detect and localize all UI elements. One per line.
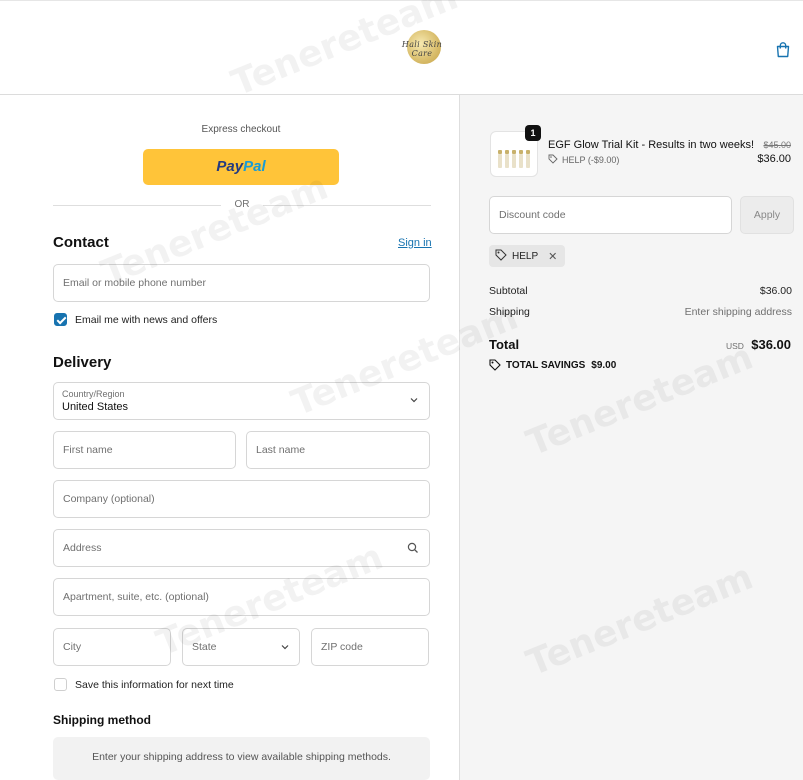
product-price: $36.00 [757, 153, 791, 165]
last-name-placeholder: Last name [256, 444, 306, 456]
save-info-checkbox[interactable] [54, 678, 67, 691]
subtotal-value: $36.00 [759, 285, 792, 297]
total-savings: TOTAL SAVINGS $9.00 [489, 359, 616, 371]
product-discount-text: HELP (-$9.00) [562, 155, 620, 165]
applied-discount-chip: HELP ✕ [489, 245, 566, 267]
shipping-value: Enter shipping address [684, 306, 792, 318]
applied-code-text: HELP [512, 250, 539, 262]
company-placeholder: Company (optional) [63, 493, 155, 505]
apartment-field[interactable]: Apartment, suite, etc. (optional) [53, 578, 430, 616]
quantity-badge: 1 [525, 125, 541, 141]
country-select[interactable]: Country/Region United States [53, 382, 430, 420]
store-logo[interactable]: Hali Skin Care [393, 28, 451, 70]
shipping-label: Shipping [489, 306, 530, 318]
city-field[interactable]: City [53, 628, 171, 666]
country-value: United States [62, 401, 129, 413]
tag-icon [495, 249, 507, 264]
savings-value: $9.00 [591, 359, 617, 371]
checkout-form-column: Express checkout PayPal OR Contact Sign … [0, 95, 459, 780]
apartment-placeholder: Apartment, suite, etc. (optional) [63, 591, 209, 603]
newsletter-checkbox-row[interactable]: Email me with news and offers [54, 313, 217, 326]
save-info-checkbox-row[interactable]: Save this information for next time [54, 678, 234, 691]
last-name-field[interactable]: Last name [246, 431, 430, 469]
state-placeholder: State [192, 641, 217, 653]
zip-placeholder: ZIP code [321, 641, 363, 653]
tag-icon [489, 359, 501, 371]
savings-label: TOTAL SAVINGS [506, 359, 586, 371]
sign-in-link[interactable]: Sign in [398, 237, 432, 249]
zip-field[interactable]: ZIP code [311, 628, 429, 666]
email-placeholder: Email or mobile phone number [63, 277, 206, 289]
city-placeholder: City [63, 641, 82, 653]
state-select[interactable]: State [182, 628, 300, 666]
paypal-logo-pal: Pal [243, 158, 266, 175]
contact-heading: Contact [53, 234, 109, 251]
country-label: Country/Region [62, 389, 125, 399]
tag-icon [548, 154, 558, 166]
header-bar: Hali Skin Care [0, 0, 803, 95]
company-field[interactable]: Company (optional) [53, 480, 430, 518]
shipping-method-heading: Shipping method [53, 713, 151, 727]
subtotal-label: Subtotal [489, 285, 528, 297]
express-checkout-label: Express checkout [201, 124, 281, 135]
shipping-method-placeholder: Enter your shipping address to view avai… [92, 751, 391, 763]
paypal-logo-pay: Pay [216, 158, 244, 175]
or-divider: OR [53, 198, 431, 212]
first-name-placeholder: First name [63, 444, 113, 456]
newsletter-checkbox[interactable] [54, 313, 67, 326]
chevron-down-icon [409, 395, 419, 408]
shopping-bag-icon[interactable] [774, 41, 792, 59]
total-value: $36.00 [751, 337, 791, 352]
chevron-down-icon [280, 642, 290, 655]
discount-placeholder: Discount code [499, 209, 566, 221]
email-field[interactable]: Email or mobile phone number [53, 264, 430, 302]
first-name-field[interactable]: First name [53, 431, 236, 469]
product-discount: HELP (-$9.00) [548, 154, 619, 166]
product-original-price: $45.00 [763, 140, 791, 150]
address-placeholder: Address [63, 542, 102, 554]
search-icon [407, 542, 419, 557]
product-name: EGF Glow Trial Kit - Results in two week… [548, 139, 754, 151]
remove-discount-icon[interactable]: ✕ [548, 250, 557, 263]
logo-text: Hali Skin Care [401, 40, 443, 58]
discount-code-input[interactable]: Discount code [489, 196, 732, 234]
save-info-label: Save this information for next time [75, 678, 234, 691]
order-summary-column: EGF Glow Trial Kit - Results in two week… [459, 95, 803, 780]
address-field[interactable]: Address [53, 529, 430, 567]
delivery-heading: Delivery [53, 354, 112, 371]
shipping-method-placeholder-box: Enter your shipping address to view avai… [53, 737, 430, 780]
newsletter-label: Email me with news and offers [75, 313, 218, 326]
total-label: Total [489, 337, 520, 352]
paypal-button[interactable]: PayPal [143, 149, 339, 185]
apply-discount-button[interactable]: Apply [740, 196, 794, 234]
total-currency: USD [726, 341, 744, 351]
